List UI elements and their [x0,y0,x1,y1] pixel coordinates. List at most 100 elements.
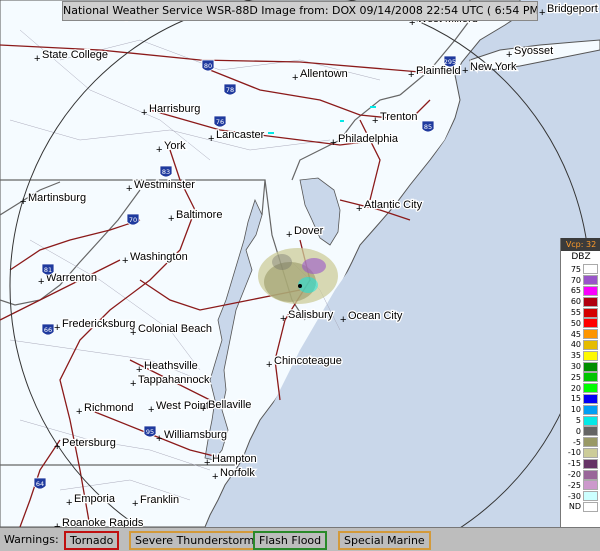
special-marine-warning-button[interactable]: Special Marine [338,531,431,550]
city-marker: + [20,196,26,208]
legend-level-value: 25 [570,372,581,382]
legend-level-value: 50 [570,318,581,328]
legend-level: -15 [561,458,600,469]
city-label: Harrisburg [149,103,200,115]
interstate-shield-icon: 76 [213,115,227,128]
legend-color-swatch [583,458,598,469]
city-label: Dover [294,225,324,237]
interstate-shield-icon: 95 [143,425,157,438]
city-marker: + [506,49,512,61]
severe-thunderstorm-warning-button[interactable]: Severe Thunderstorm [129,531,261,550]
city-marker: + [132,498,138,510]
legend-level: 65 [561,285,600,297]
legend-color-swatch [583,501,598,512]
legend-level-value: 20 [570,383,581,393]
city-marker: + [66,497,72,509]
interstate-shield-number: 95 [146,428,154,436]
city-label: New York [470,61,517,73]
legend-level: 20 [561,383,600,394]
city-marker: + [126,183,132,195]
legend-level: 15 [561,393,600,405]
legend-level-value: 60 [570,297,581,307]
legend-level-value: 45 [570,329,581,339]
interstate-shield-icon: 83 [159,165,173,178]
city-marker: + [141,107,147,119]
flash-flood-warning-button[interactable]: Flash Flood [253,531,328,550]
warnings-bar: Warnings: Tornado Severe Thunderstorm Fl… [0,527,600,551]
legend-color-swatch [583,296,598,307]
legend-color-swatch [583,415,598,426]
interstate-shield-icon: 85 [421,120,435,133]
legend-color-swatch [583,404,598,415]
interstate-shield-number: 64 [36,480,44,488]
tornado-warning-button[interactable]: Tornado [64,531,120,550]
legend-color-swatch [583,469,598,480]
city-label: Bellaville [208,399,251,411]
legend-color-swatch [583,447,598,458]
legend-level-value: 35 [570,351,581,361]
legend-level: 55 [561,307,600,318]
city-label: Fredericksburg [62,318,135,330]
city-marker: + [462,65,468,77]
city-marker: + [130,327,136,339]
city-marker: + [372,115,378,127]
city-marker: + [356,203,362,215]
legend-level: 35 [561,350,600,361]
interstate-shield-number: 76 [216,118,224,126]
legend-level-value: ND [568,502,581,512]
legend-level-value: 15 [570,394,581,404]
legend-level: 25 [561,372,600,383]
city-label: Philadelphia [338,133,399,145]
legend-level: 50 [561,318,600,329]
legend-unit: DBZ [571,252,591,262]
city-marker: + [204,457,210,469]
city-label: York [164,140,186,152]
legend-level-value: -10 [567,448,581,458]
city-marker: + [266,359,272,371]
legend-title: Vcp: 32 [561,238,600,251]
legend-level: -10 [561,447,600,459]
warnings-label: Warnings: [4,533,59,546]
city-label: Richmond [84,402,134,414]
legend-level-value: -5 [573,437,581,447]
legend-level-value: 75 [570,264,581,274]
city-marker: + [34,53,40,65]
map-header: National Weather Service WSR-88D Image f… [62,1,538,21]
city-marker: + [408,69,414,81]
legend-level: -30 [561,491,600,502]
city-label: Chincoteague [274,355,342,367]
city-marker: + [292,72,298,84]
legend-color-swatch [583,318,598,329]
city-label: Norfolk [220,467,255,479]
city-label: Westminster [134,179,195,191]
interstate-shield-number: 295 [444,58,456,66]
interstate-shield-number: 85 [424,123,432,131]
interstate-shield-number: 66 [44,326,52,334]
city-marker: + [539,7,545,19]
legend-level: 30 [561,361,600,372]
legend-rows: 75 70 65 60 55 50 45 40 35 30 25 20 15 10 5 0 -5 -10 -15 -2… [561,264,600,512]
interstate-shield-icon: 80 [201,59,215,72]
legend-level-value: 30 [570,362,581,372]
legend-level: 10 [561,404,600,415]
city-marker: + [168,213,174,225]
city-label: Plainfield [416,65,461,77]
interstate-shield-icon: 64 [33,477,47,490]
interstate-shield-icon: 66 [41,323,55,336]
legend-color-swatch [583,329,598,340]
legend-level: -20 [561,469,600,480]
legend-level-value: 5 [575,416,581,426]
legend-level-value: 70 [570,275,581,285]
city-marker: + [54,322,60,334]
city-label: Martinsburg [28,192,86,204]
legend-color-swatch [583,339,598,350]
interstate-shield-number: 78 [226,86,234,94]
city-label: Colonial Beach [138,323,212,335]
city-marker: + [148,404,154,416]
city-label: State College [42,49,108,61]
interstate-shield-icon: 295 [443,55,457,68]
legend-level-value: 0 [575,426,581,436]
legend-level: 45 [561,329,600,340]
interstate-shield-number: 80 [204,62,212,70]
city-label: Williamsburg [164,429,227,441]
